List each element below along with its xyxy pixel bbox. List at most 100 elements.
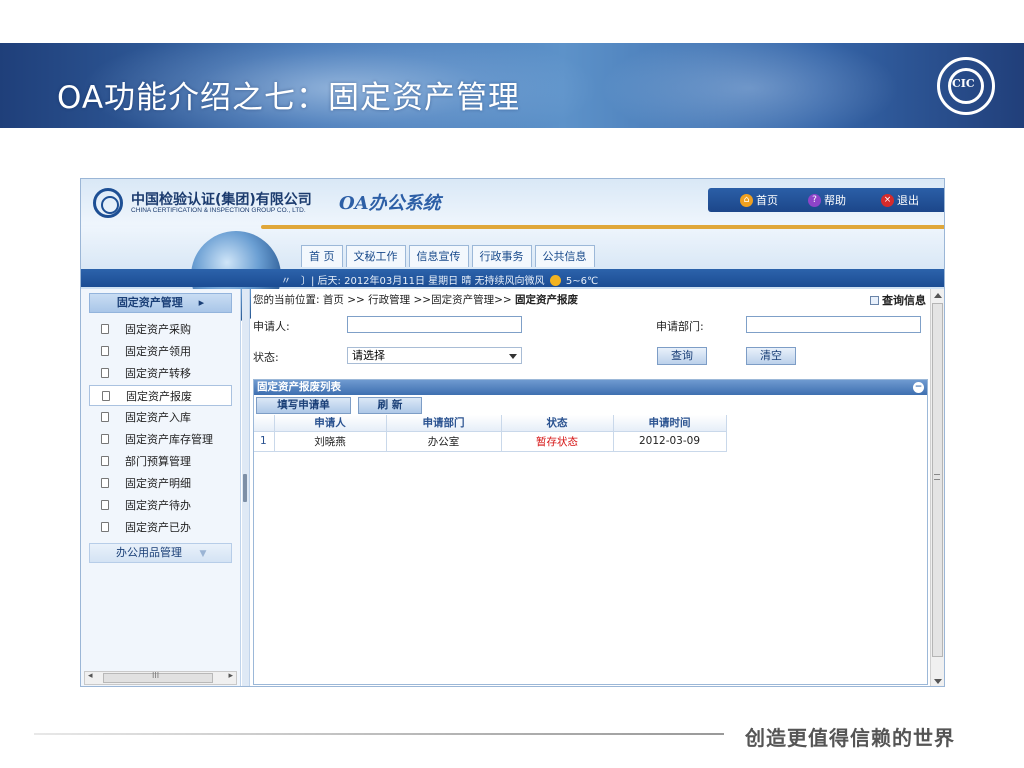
document-icon [101, 500, 109, 510]
dept-label: 申请部门: [656, 320, 704, 333]
document-icon [101, 478, 109, 488]
scroll-up-icon[interactable] [934, 293, 942, 298]
weather-status: 〃 〕| 后天: 2012年03月11日 星期日 晴 无持续风向微风 5~6℃ [281, 272, 598, 287]
document-icon [101, 346, 109, 356]
document-icon [102, 391, 110, 401]
tab-admin-affairs[interactable]: 行政事务 [471, 245, 532, 267]
scroll-thumb[interactable]: III [103, 671, 213, 683]
oa-app-window: 中国检验认证(集团)有限公司 CHINA CERTIFICATION & INS… [80, 178, 945, 687]
panel-splitter[interactable] [242, 289, 250, 686]
table-row[interactable]: 1 刘晓燕 办公室 暂存状态 2012-03-09 [254, 431, 727, 452]
column-header-applicant[interactable]: 申请人 [274, 415, 387, 432]
company-name: 中国检验认证(集团)有限公司 [131, 192, 312, 208]
column-header-num [254, 415, 275, 432]
splitter-grip[interactable] [243, 474, 247, 502]
cic-logo-icon: CIC [937, 57, 995, 115]
main-content: 您的当前位置: 首页 >> 行政管理 >>固定资产管理>> 固定资产报废 查询信… [251, 289, 944, 686]
sidebar-item-pending[interactable]: 固定资产待办 [89, 495, 232, 516]
tab-home[interactable]: 首 页 [301, 245, 343, 267]
nav-tabs: 首 页 文秘工作 信息宣传 行政事务 公共信息 [301, 245, 598, 267]
sidebar-item-details[interactable]: 固定资产明细 [89, 473, 232, 494]
cell-applicant[interactable]: 刘晓燕 [274, 431, 387, 452]
collapse-icon[interactable]: − [913, 382, 924, 393]
sidebar-item-done[interactable]: 固定资产已办 [89, 517, 232, 538]
sidebar-group-fixed-assets[interactable]: 固定资产管理 ▸ [89, 293, 232, 313]
sidebar-item-label: 部门预算管理 [125, 455, 191, 468]
column-header-status[interactable]: 状态 [501, 415, 614, 432]
sidebar-item-budget[interactable]: 部门预算管理 [89, 451, 232, 472]
sidebar-item-label: 固定资产已办 [125, 521, 191, 534]
sidebar-item-scrap[interactable]: 固定资产报废 [89, 385, 232, 406]
cell-dept: 办公室 [386, 431, 502, 452]
cic-logo-text: CIC [952, 77, 975, 90]
scroll-right-icon[interactable]: ▸ [228, 671, 233, 681]
query-info-label: 查询信息 [882, 294, 926, 307]
document-icon [101, 434, 109, 444]
sidebar-group-label: 固定资产管理 [116, 296, 183, 309]
breadcrumb: 您的当前位置: 首页 >> 行政管理 >>固定资产管理>> 固定资产报废 [253, 292, 578, 307]
sidebar-horizontal-scrollbar[interactable]: ◂ III ▸ [84, 671, 237, 685]
sidebar-group-office-supplies[interactable]: 办公用品管理 ▼ [89, 543, 232, 563]
breadcrumb-path: 您的当前位置: 首页 >> 行政管理 >>固定资产管理>> [253, 294, 516, 306]
sidebar: 固定资产管理 ▸ 固定资产采购 固定资产领用 固定资产转移 固定资产报废 固定资… [81, 289, 241, 686]
exit-icon: × [881, 193, 894, 207]
cell-status: 暂存状态 [501, 431, 614, 452]
table-header-row: 申请人 申请部门 状态 申请时间 [254, 415, 727, 432]
sidebar-item-requisition[interactable]: 固定资产领用 [89, 341, 232, 362]
status-label: 状态: [253, 351, 279, 364]
sidebar-item-transfer[interactable]: 固定资产转移 [89, 363, 232, 384]
refresh-button[interactable]: 刷 新 [358, 397, 422, 414]
sidebar-item-label: 固定资产领用 [125, 345, 191, 358]
new-application-button[interactable]: 填写申请单 [256, 397, 351, 414]
column-header-date[interactable]: 申请时间 [613, 415, 727, 432]
document-icon [101, 368, 109, 378]
oa-system-title: OA办公系统 [339, 193, 441, 214]
document-icon [101, 456, 109, 466]
exit-link-label: 退出 [897, 194, 919, 207]
home-link[interactable]: ⌂ 首页 [740, 192, 778, 208]
slide: OA功能介绍之七：固定资产管理 CIC 中国检验认证(集团)有限公司 CHINA… [0, 0, 1024, 768]
document-icon [101, 412, 109, 422]
list-title-text: 固定资产报废列表 [257, 381, 341, 393]
status-select-value: 请选择 [352, 349, 385, 362]
applicant-input[interactable] [347, 316, 522, 333]
scroll-down-icon[interactable] [934, 679, 942, 684]
scroll-left-icon[interactable]: ◂ [88, 671, 93, 681]
footer-slogan: 创造更值得信赖的世界 [745, 726, 955, 750]
exit-link[interactable]: × 退出 [881, 192, 919, 208]
main-vertical-scrollbar[interactable] [930, 289, 944, 686]
dept-input[interactable] [746, 316, 921, 333]
breadcrumb-current: 固定资产报废 [515, 294, 579, 306]
sidebar-item-label: 固定资产明细 [125, 477, 191, 490]
document-icon [101, 522, 109, 532]
scrap-list-table: 申请人 申请部门 状态 申请时间 1 刘晓燕 办公室 暂存状态 2012-03- [254, 415, 727, 452]
sidebar-item-label: 固定资产待办 [125, 499, 191, 512]
chevron-down-icon: ▼ [199, 549, 207, 559]
scrap-list-panel: 固定资产报废列表 − 填写申请单 刷 新 申请人 申请部门 状态 申请时间 1 … [253, 379, 928, 685]
document-icon [101, 324, 109, 334]
sidebar-item-stock-in[interactable]: 固定资产入库 [89, 407, 232, 428]
query-info-toggle[interactable]: 查询信息 [870, 292, 926, 308]
sidebar-item-label: 固定资产采购 [125, 323, 191, 336]
column-header-dept[interactable]: 申请部门 [386, 415, 502, 432]
clear-button[interactable]: 清空 [746, 347, 796, 365]
footer-divider [34, 733, 724, 735]
pin-icon [870, 296, 879, 305]
tab-secretarial[interactable]: 文秘工作 [345, 245, 406, 267]
query-button[interactable]: 查询 [657, 347, 707, 365]
row-number: 1 [254, 431, 275, 452]
sidebar-item-purchase[interactable]: 固定资产采购 [89, 319, 232, 340]
help-icon: ? [808, 193, 821, 207]
sidebar-item-label: 固定资产转移 [125, 367, 191, 380]
status-select[interactable]: 请选择 [347, 347, 522, 364]
list-title: 固定资产报废列表 − [254, 380, 927, 395]
home-icon: ⌂ [740, 193, 753, 207]
scroll-grip [934, 474, 940, 480]
scroll-thumb-grip: III [152, 671, 160, 680]
applicant-label: 申请人: [253, 320, 290, 333]
sidebar-item-inventory[interactable]: 固定资产库存管理 [89, 429, 232, 450]
tab-publicity[interactable]: 信息宣传 [408, 245, 469, 267]
tab-public-info[interactable]: 公共信息 [534, 245, 595, 267]
scroll-thumb[interactable] [932, 303, 943, 657]
help-link[interactable]: ? 帮助 [808, 192, 846, 208]
